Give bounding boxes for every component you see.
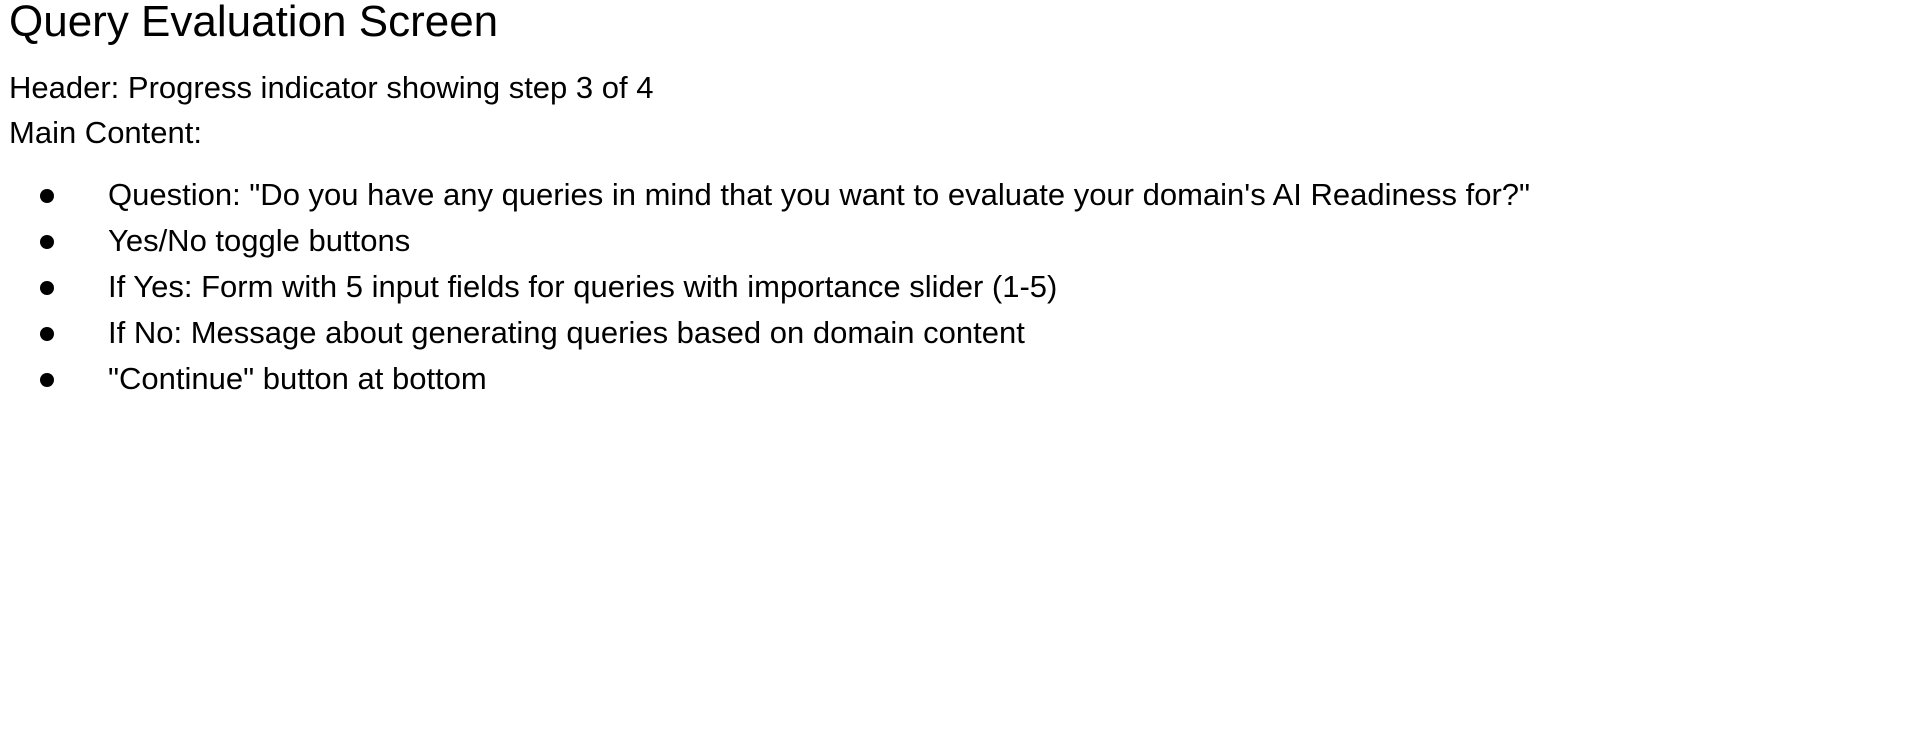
list-item-text: If Yes: Form with 5 input fields for que… <box>108 269 1058 304</box>
list-item-text: "Continue" button at bottom <box>108 361 487 396</box>
bullet-icon <box>40 327 54 341</box>
header-description: Header: Progress indicator showing step … <box>9 70 654 105</box>
bullet-icon <box>40 373 54 387</box>
list-item-text: Question: "Do you have any queries in mi… <box>108 177 1531 212</box>
bullet-icon <box>40 235 54 249</box>
list-item-text: Yes/No toggle buttons <box>108 223 411 258</box>
page-title: Query Evaluation Screen <box>9 0 499 46</box>
bullet-icon <box>40 281 54 295</box>
list-item-text: If No: Message about generating queries … <box>108 315 1025 350</box>
main-content-label: Main Content: <box>9 115 202 150</box>
bullet-icon <box>40 189 54 203</box>
